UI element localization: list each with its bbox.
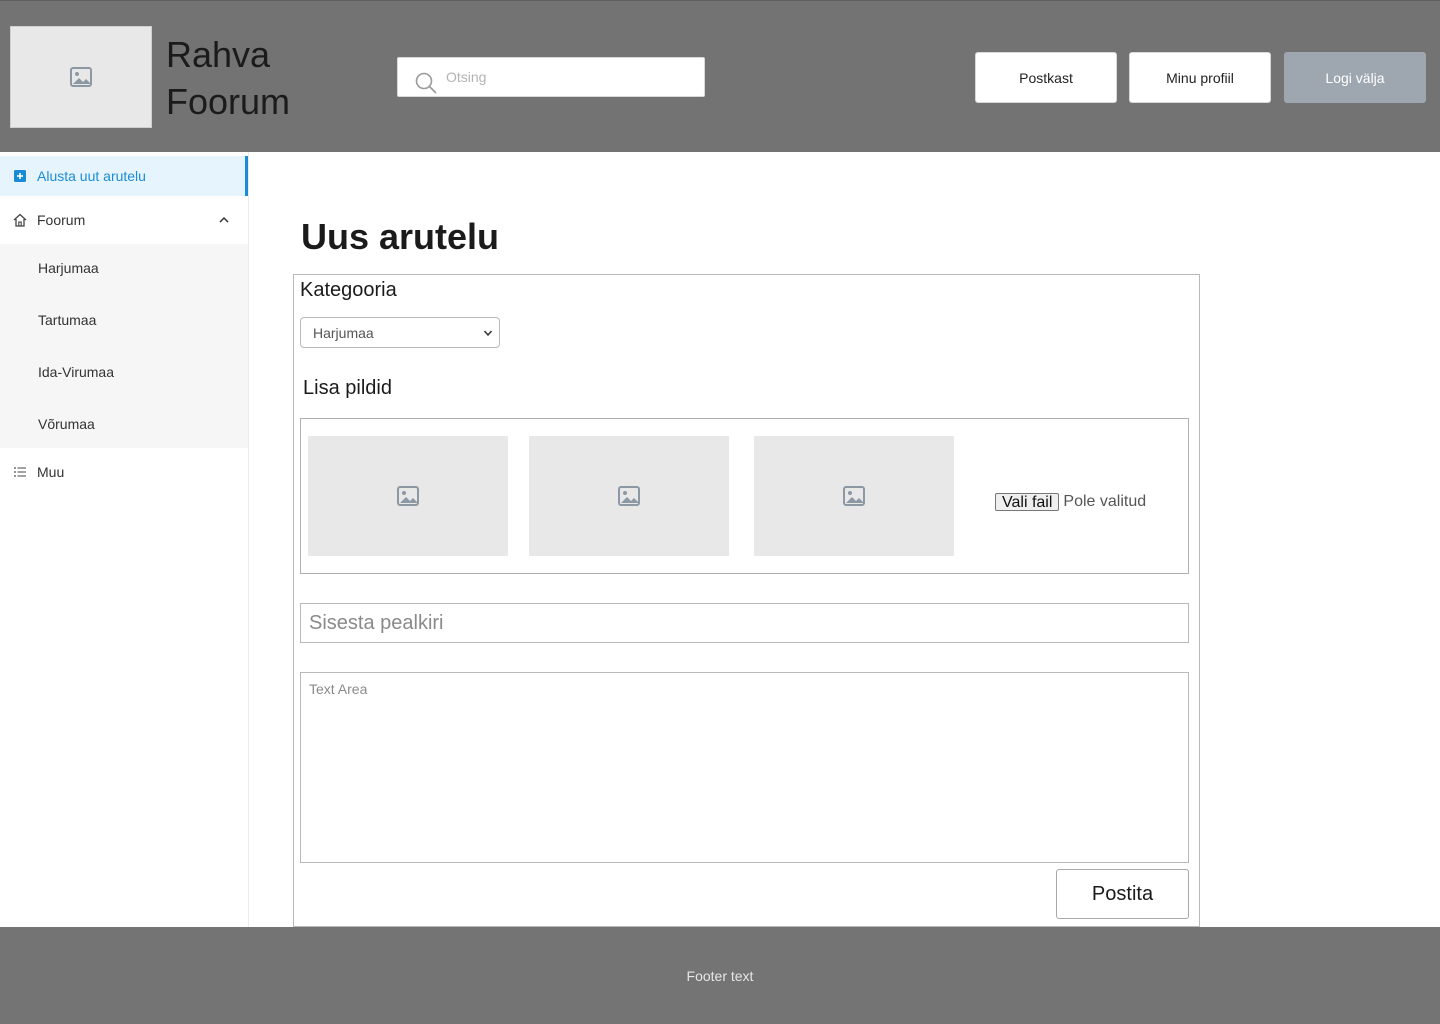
sidebar-item-vorumaa[interactable]: Võrumaa: [38, 416, 95, 432]
sidebar-item-tartumaa[interactable]: Tartumaa: [38, 312, 96, 328]
category-selected-value: Harjumaa: [313, 324, 374, 341]
footer-text: Footer text: [686, 967, 754, 984]
image-icon: [618, 486, 640, 506]
page: Rahva Foorum Postkast Minu profiil Logi …: [0, 0, 1440, 1024]
header: Rahva Foorum Postkast Minu profiil Logi …: [0, 0, 1440, 152]
sidebar-item-ida-virumaa[interactable]: Ida-Virumaa: [38, 364, 114, 380]
list-icon: [13, 465, 27, 479]
image-icon: [843, 486, 865, 506]
sidebar: Alusta uut arutelu Foorum Harjumaa Tartu…: [0, 152, 249, 927]
sidebar-item-other[interactable]: Muu: [0, 452, 248, 492]
forum-submenu: Harjumaa Tartumaa Ida-Virumaa Võrumaa: [0, 244, 248, 448]
category-select[interactable]: Harjumaa: [300, 317, 500, 348]
site-title-line2: Foorum: [166, 81, 291, 122]
site-title-line1: Rahva: [166, 34, 271, 75]
search-input[interactable]: [446, 58, 696, 96]
home-icon: [13, 213, 27, 227]
body-textarea[interactable]: [300, 672, 1189, 863]
my-profile-button[interactable]: Minu profiil: [1129, 52, 1271, 103]
image-placeholder-3: [754, 436, 954, 556]
sidebar-item-label: Muu: [37, 464, 65, 480]
search-box[interactable]: [397, 57, 705, 97]
title-input[interactable]: [300, 603, 1189, 643]
file-input: Vali fail Pole valitud: [995, 493, 1146, 511]
image-upload-area: Vali fail Pole valitud: [300, 418, 1189, 574]
image-placeholder-2: [529, 436, 729, 556]
page-title: Uus arutelu: [301, 216, 500, 257]
sidebar-item-label: Alusta uut arutelu: [37, 168, 146, 184]
choose-file-button[interactable]: Vali fail: [995, 493, 1060, 511]
category-label: Kategooria: [300, 279, 397, 301]
sidebar-item-harjumaa[interactable]: Harjumaa: [38, 260, 99, 276]
sidebar-item-forum[interactable]: Foorum: [0, 198, 248, 242]
image-icon: [70, 67, 92, 87]
add-images-label: Lisa pildid: [303, 377, 392, 399]
post-button[interactable]: Postita: [1056, 869, 1189, 919]
chevron-down-icon: [483, 330, 493, 337]
inbox-button[interactable]: Postkast: [975, 52, 1117, 103]
sidebar-item-new-discussion[interactable]: Alusta uut arutelu: [0, 156, 248, 196]
file-status-text: Pole valitud: [1063, 493, 1147, 510]
footer: Footer text: [0, 927, 1440, 1024]
site-title: Rahva Foorum: [166, 31, 290, 125]
chevron-up-icon[interactable]: [218, 214, 230, 226]
logout-button[interactable]: Logi välja: [1284, 52, 1426, 103]
search-icon: [415, 72, 437, 94]
sidebar-item-label: Foorum: [37, 212, 86, 228]
image-icon: [397, 486, 419, 506]
image-placeholder-1: [308, 436, 508, 556]
plus-square-icon: [13, 169, 27, 183]
new-discussion-form: Kategooria Harjumaa Lisa pildid Vali fai…: [293, 274, 1200, 927]
logo-placeholder[interactable]: [10, 26, 152, 128]
